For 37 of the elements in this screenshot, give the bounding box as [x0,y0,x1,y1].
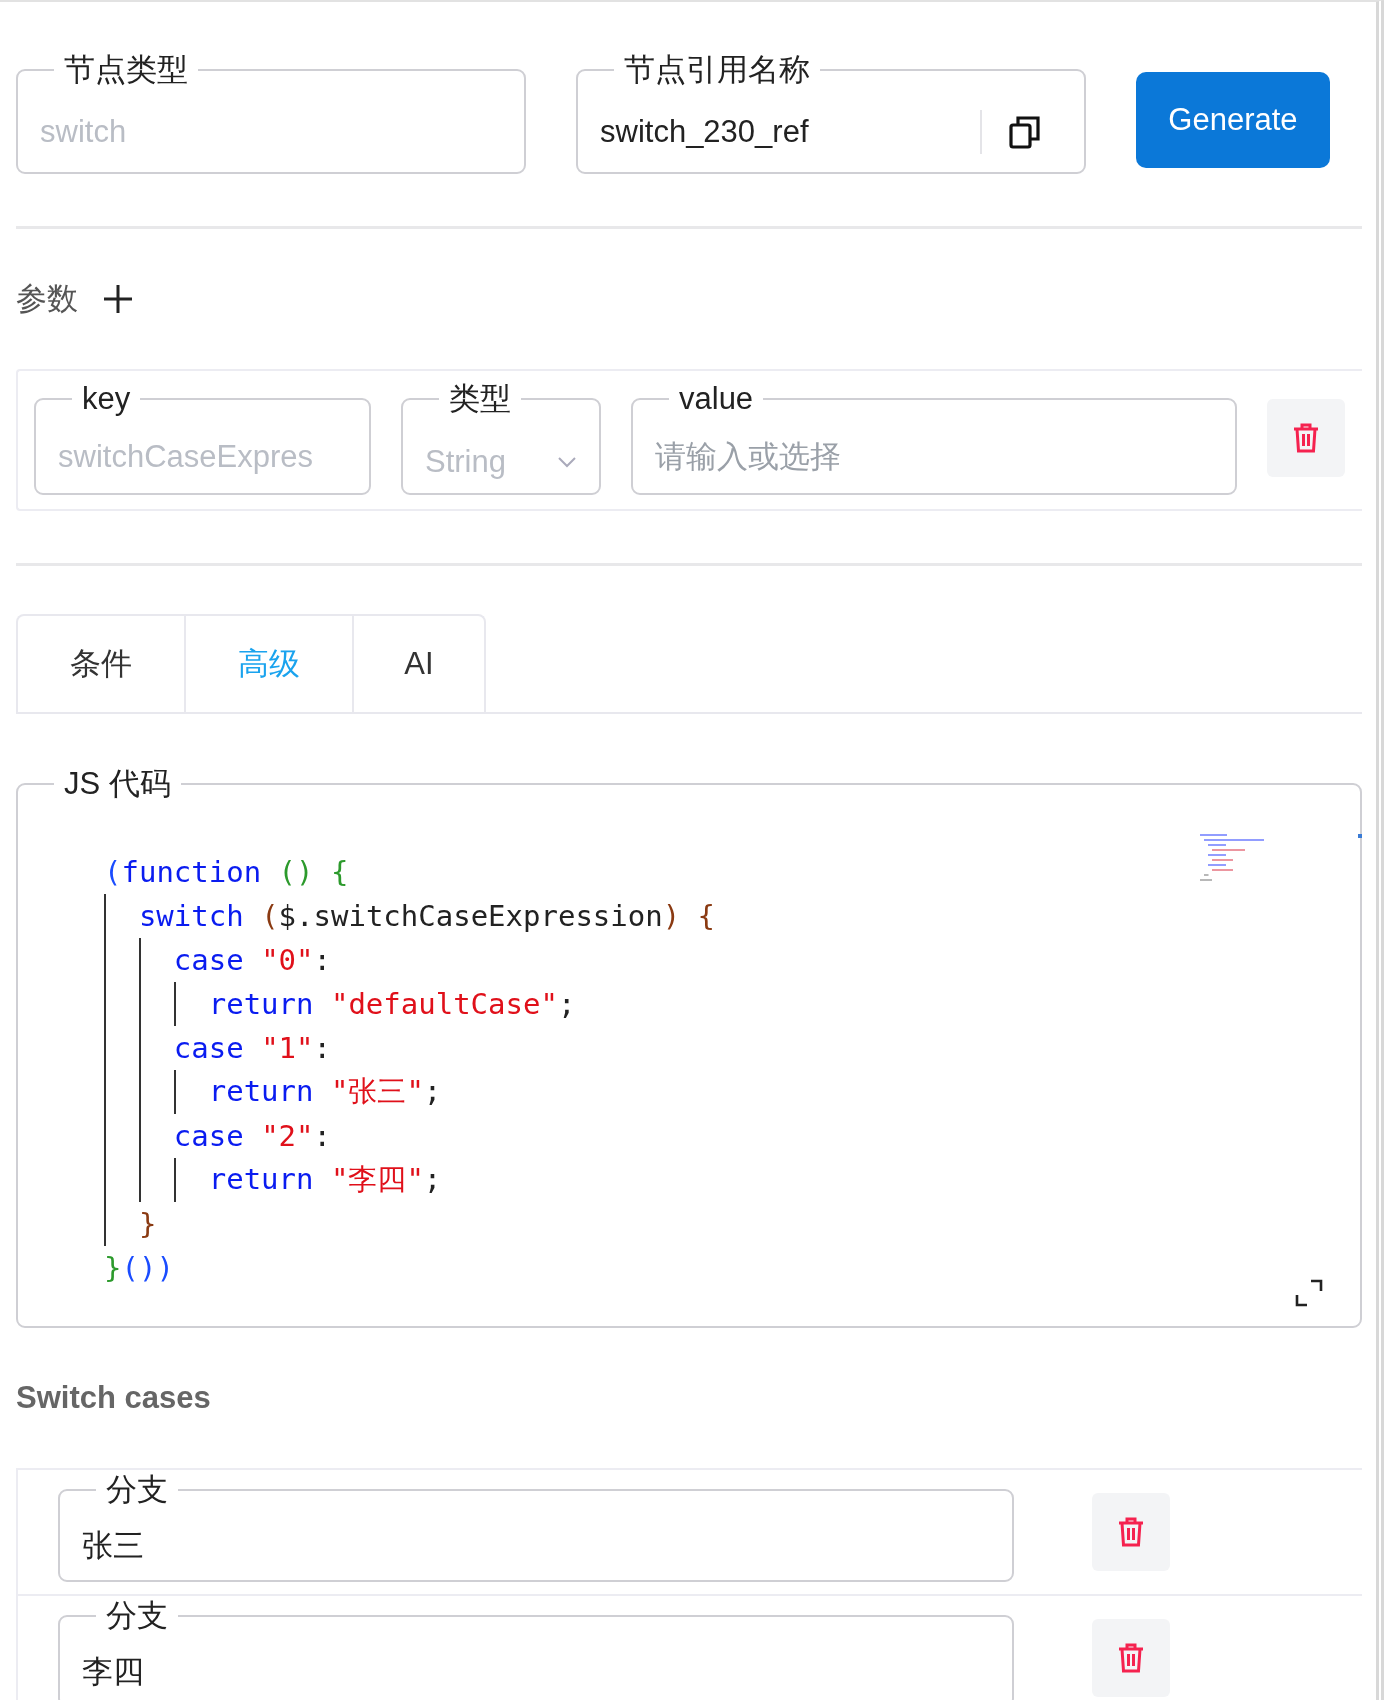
field-label: key [81,381,132,417]
field-label: 类型 [448,381,512,417]
code-line: } [138,1207,157,1241]
delete-button[interactable] [1267,399,1345,477]
field-label: 节点引用名称 [623,52,811,88]
delete-button[interactable] [1092,1493,1170,1571]
tab[interactable]: 条件 [16,614,186,712]
trash-icon [1116,1642,1146,1674]
field-label: JS 代码 [63,766,172,802]
section-title: Switch cases [16,1380,211,1416]
section-title: 参数 [16,280,78,318]
tab[interactable]: AI [352,614,486,712]
chevron-down-icon [557,456,577,468]
code-line: return "defaultCase"; [208,987,576,1021]
code-line: case "0": [173,943,331,977]
code-line: (function () { [104,855,349,889]
trash-icon [1291,422,1321,454]
delete-button[interactable] [1092,1619,1170,1697]
trash-icon [1116,1516,1146,1548]
field-label: 分支 [105,1472,169,1508]
input-field[interactable]: 分支 张三 [58,1472,1014,1582]
input-field[interactable]: 分支 李四 [58,1598,1014,1700]
code-line: case "1": [173,1031,331,1065]
plus-icon[interactable] [102,283,134,315]
field-label: value [678,381,755,417]
code-line: return "李四"; [208,1161,442,1198]
code-line: case "2": [173,1119,331,1153]
expand-icon[interactable] [1294,1278,1324,1308]
copy-icon[interactable] [1008,114,1042,150]
code-editor[interactable]: JS 代码 (function () { switch ($.switchCaseExpression) { case "0": return "defaultCase"; case "1": return "张三"; case "2": return "李四"; } }()) [16,766,1362,1328]
code-line: switch ($.switchCaseExpression) { [138,899,716,933]
input-field[interactable]: 节点引用名称 switch_230_ref [576,52,1086,174]
code-line: }()) [104,1251,174,1285]
field-label: 分支 [105,1598,169,1634]
code-line: return "张三"; [208,1073,442,1110]
field-label: 节点类型 [63,52,189,88]
generate-button[interactable]: Generate [1136,72,1330,168]
